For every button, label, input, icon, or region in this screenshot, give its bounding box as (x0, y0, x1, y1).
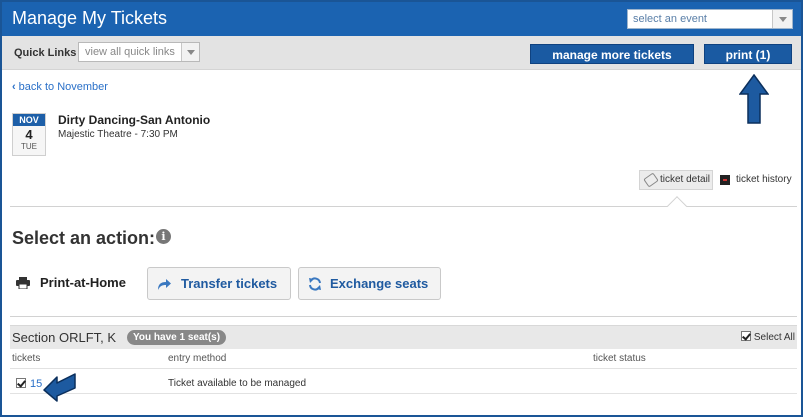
transfer-tickets-label: Transfer tickets (181, 276, 278, 291)
table-header: tickets entry method ticket status (10, 349, 797, 369)
share-arrow-icon (158, 279, 171, 290)
ticket-icon (643, 172, 659, 188)
page-frame: Manage My Tickets select an event Quick … (0, 0, 803, 417)
tab-ticket-detail[interactable]: ticket detail (639, 170, 713, 190)
column-header-ticket-status: ticket status (593, 353, 646, 364)
info-icon[interactable]: i (156, 229, 171, 244)
quick-links-bar: Quick Links view all quick links manage … (2, 36, 801, 70)
quick-links-label: Quick Links (14, 47, 77, 59)
tab-ticket-history-label: ticket history (736, 174, 792, 185)
page-title: Manage My Tickets (12, 8, 168, 28)
event-date-badge: NOV 4 TUE (12, 113, 46, 156)
event-select-value: select an event (633, 13, 707, 25)
annotation-arrow-up-icon (739, 74, 769, 124)
select-all-toggle[interactable]: Select All (740, 331, 795, 343)
printer-icon (16, 277, 30, 289)
manage-more-tickets-button[interactable]: manage more tickets (530, 44, 694, 64)
chevron-down-icon[interactable] (772, 10, 792, 28)
ticket-checkbox[interactable] (16, 378, 26, 388)
chevron-down-icon[interactable] (181, 43, 199, 61)
chevron-left-icon: ‹ (12, 81, 16, 93)
ticket-number-link[interactable]: 15 (30, 378, 42, 390)
print-at-home-option[interactable]: Print-at-Home (40, 275, 126, 290)
annotation-arrow-left-icon (43, 373, 76, 402)
quick-links-select-value: view all quick links (85, 46, 175, 58)
header-bar: Manage My Tickets select an event (2, 2, 801, 36)
section-header: Section ORLFT, K You have 1 seat(s) Sele… (10, 325, 797, 349)
seat-count-badge: You have 1 seat(s) (127, 330, 227, 345)
back-link[interactable]: ‹ back to November (12, 81, 108, 93)
event-select[interactable]: select an event (627, 9, 793, 29)
section-name: Section ORLFT, K (12, 330, 117, 345)
print-button[interactable]: print (1) (704, 44, 792, 64)
refresh-icon (309, 277, 321, 291)
event-day: 4 (25, 127, 33, 142)
event-weekday: TUE (21, 142, 37, 151)
column-header-tickets: tickets (12, 353, 41, 364)
select-all-label: Select All (753, 332, 795, 343)
back-link-label: back to November (18, 81, 108, 93)
quick-links-select[interactable]: view all quick links (78, 42, 200, 62)
table-row: 15 Ticket available to be managed (10, 372, 797, 394)
event-title: Dirty Dancing-San Antonio (58, 113, 211, 127)
event-month: NOV (13, 114, 45, 126)
divider (10, 316, 797, 317)
tab-ticket-history[interactable]: ticket history (720, 170, 792, 190)
exchange-seats-label: Exchange seats (330, 276, 429, 291)
tab-ticket-detail-label: ticket detail (660, 174, 711, 185)
tab-pointer (667, 196, 687, 216)
entry-method-value: Ticket available to be managed (168, 378, 307, 389)
column-header-entry-method: entry method (168, 353, 227, 364)
select-action-heading: Select an action: (12, 228, 156, 248)
event-venue-time: Majestic Theatre - 7:30 PM (58, 129, 178, 140)
transfer-tickets-button[interactable]: Transfer tickets (147, 267, 291, 300)
select-all-checkbox[interactable] (740, 331, 751, 341)
exchange-seats-button[interactable]: Exchange seats (298, 267, 441, 300)
history-icon (720, 175, 730, 185)
